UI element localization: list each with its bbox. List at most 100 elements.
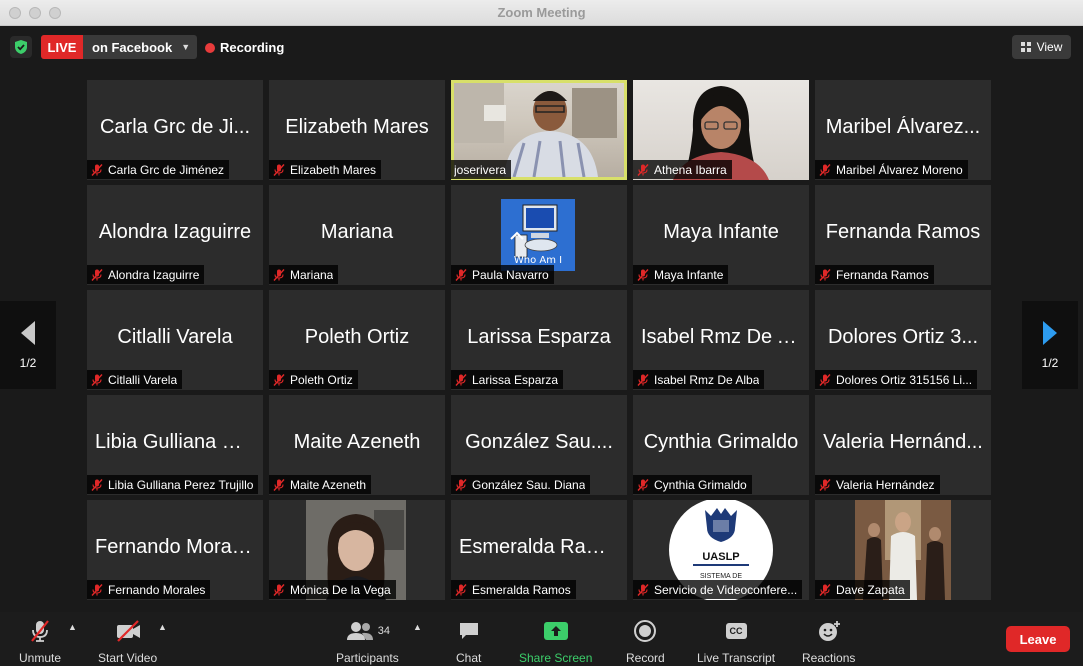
participant-tile[interactable]: Elizabeth Mares Elizabeth Mares: [269, 80, 445, 180]
participant-nametag: Larissa Esparza: [451, 370, 564, 389]
record-dot-icon: [205, 42, 215, 53]
participant-name: joserivera: [454, 162, 507, 177]
participant-nametag: Poleth Ortiz: [269, 370, 358, 389]
muted-mic-icon: [636, 373, 650, 387]
unmute-button[interactable]: Unmute: [19, 618, 61, 665]
participant-tile[interactable]: Citlalli Varela Citlalli Varela: [87, 290, 263, 390]
live-transcript-button[interactable]: CC Live Transcript: [697, 618, 775, 665]
muted-mic-icon: [818, 373, 832, 387]
participant-name: Mariana: [290, 267, 334, 282]
share-screen-button[interactable]: Share Screen: [519, 618, 592, 665]
previous-page-button[interactable]: 1/2: [0, 301, 56, 389]
participant-tile[interactable]: Athena Ibarra: [633, 80, 809, 180]
participant-nametag: Libia Gulliana Perez Trujillo: [87, 475, 259, 494]
muted-mic-icon: [272, 583, 286, 597]
participant-nametag: Servicio de Videoconfere...: [633, 580, 803, 599]
uaslp-logo-text: UASLP: [702, 551, 739, 563]
participant-display-name: Citlalli Varela: [117, 326, 233, 348]
video-off-icon: [114, 618, 142, 644]
muted-mic-icon: [272, 478, 286, 492]
participant-display-name: Alondra Izaguirre: [98, 221, 252, 243]
audio-options-caret[interactable]: ▲: [68, 622, 77, 632]
security-shield-icon[interactable]: [10, 36, 32, 58]
participant-nametag: Valeria Hernández: [815, 475, 940, 494]
participants-options-caret[interactable]: ▲: [413, 622, 422, 632]
participant-tile[interactable]: Who Am I Paula Navarro: [451, 185, 627, 285]
participant-name: Alondra Izaguirre: [108, 267, 200, 282]
participant-display-name: Libia Gulliana Pe...: [95, 431, 255, 453]
muted-mic-icon: [454, 268, 468, 282]
leave-button[interactable]: Leave: [1006, 626, 1070, 652]
participant-tile[interactable]: UASLP SISTEMA DE Servicio de Videoconfer…: [633, 500, 809, 600]
participant-name: Fernando Morales: [108, 582, 206, 597]
participant-name: Valeria Hernández: [836, 477, 935, 492]
chevron-down-icon: ▼: [181, 42, 191, 52]
record-button[interactable]: Record: [626, 618, 665, 665]
muted-mic-icon: [636, 478, 650, 492]
video-options-caret[interactable]: ▲: [158, 622, 167, 632]
participant-display-name: Dolores Ortiz 3...: [827, 326, 979, 348]
grid-icon: [1020, 42, 1031, 52]
muted-mic-icon: [90, 583, 104, 597]
recording-indicator[interactable]: Recording: [205, 40, 284, 55]
participants-icon: 34: [345, 618, 390, 644]
share-screen-label: Share Screen: [519, 651, 593, 665]
participant-tile[interactable]: Poleth Ortiz Poleth Ortiz: [269, 290, 445, 390]
participant-display-name: Cynthia Grimaldo: [643, 431, 799, 453]
participant-name: Isabel Rmz De Alba: [654, 372, 760, 387]
participant-tile[interactable]: Carla Grc de Ji... Carla Grc de Jiménez: [87, 80, 263, 180]
participant-display-name: Valeria Hernánd...: [823, 431, 983, 453]
participant-tile[interactable]: Maya Infante Maya Infante: [633, 185, 809, 285]
chat-icon: [457, 618, 481, 644]
unmute-label: Unmute: [19, 651, 62, 665]
participant-tile[interactable]: González Sau.... González Sau. Diana: [451, 395, 627, 495]
reactions-button[interactable]: Reactions: [802, 618, 855, 665]
muted-mic-icon: [90, 163, 104, 177]
muted-mic-icon: [454, 478, 468, 492]
participant-gallery: Carla Grc de Ji... Carla Grc de Jiménez …: [87, 80, 991, 600]
chat-button[interactable]: Chat: [456, 618, 481, 665]
participant-tile[interactable]: Mariana Mariana: [269, 185, 445, 285]
live-destination-label: on Facebook: [92, 39, 173, 55]
participant-display-name: Maya Infante: [663, 221, 779, 243]
participant-name: Citlalli Varela: [108, 372, 178, 387]
participant-tile[interactable]: Cynthia Grimaldo Cynthia Grimaldo: [633, 395, 809, 495]
view-button[interactable]: View: [1012, 35, 1071, 59]
start-video-button[interactable]: Start Video: [98, 618, 157, 665]
participant-tile[interactable]: Larissa Esparza Larissa Esparza: [451, 290, 627, 390]
participant-name: Libia Gulliana Perez Trujillo: [108, 477, 254, 492]
participant-name: Maya Infante: [654, 267, 724, 282]
participant-tile[interactable]: Dolores Ortiz 3... Dolores Ortiz 315156 …: [815, 290, 991, 390]
participant-name: Paula Navarro: [472, 267, 549, 282]
page-indicator-left: 1/2: [19, 356, 37, 370]
participant-tile[interactable]: Esmeralda Ramos Esmeralda Ramos: [451, 500, 627, 600]
participant-tile[interactable]: Mónica De la Vega: [269, 500, 445, 600]
participant-name: Carla Grc de Jiménez: [108, 162, 225, 177]
live-badge: LIVE: [41, 35, 83, 59]
participant-tile[interactable]: Isabel Rmz De A... Isabel Rmz De Alba: [633, 290, 809, 390]
muted-microphone-icon: [27, 618, 53, 644]
participant-tile-active-speaker[interactable]: joserivera: [451, 80, 627, 180]
participant-tile[interactable]: Alondra Izaguirre Alondra Izaguirre: [87, 185, 263, 285]
participant-nametag: Cynthia Grimaldo: [633, 475, 752, 494]
participant-tile[interactable]: Fernando Morales Fernando Morales: [87, 500, 263, 600]
participant-profile-picture: Who Am I: [501, 199, 575, 271]
participant-nametag: Citlalli Varela: [87, 370, 183, 389]
participants-button[interactable]: 34 Participants: [336, 618, 399, 665]
record-label: Record: [626, 651, 665, 665]
participant-tile[interactable]: Dave Zapata: [815, 500, 991, 600]
muted-mic-icon: [636, 163, 650, 177]
participant-tile[interactable]: Fernanda Ramos Fernanda Ramos: [815, 185, 991, 285]
participant-tile[interactable]: Maribel Álvarez... Maribel Álvarez Moren…: [815, 80, 991, 180]
live-stream-dropdown[interactable]: LIVE on Facebook ▼: [41, 35, 197, 59]
muted-mic-icon: [818, 268, 832, 282]
participant-name: Larissa Esparza: [472, 372, 559, 387]
participant-name: Maribel Álvarez Moreno: [836, 162, 963, 177]
next-page-button[interactable]: 1/2: [1022, 301, 1078, 389]
participant-tile[interactable]: Valeria Hernánd... Valeria Hernández: [815, 395, 991, 495]
window-title: Zoom Meeting: [497, 5, 586, 20]
participant-name: Dave Zapata: [836, 582, 905, 597]
participant-nametag: joserivera: [451, 160, 512, 179]
participant-tile[interactable]: Libia Gulliana Pe... Libia Gulliana Pere…: [87, 395, 263, 495]
participant-tile[interactable]: Maite Azeneth Maite Azeneth: [269, 395, 445, 495]
